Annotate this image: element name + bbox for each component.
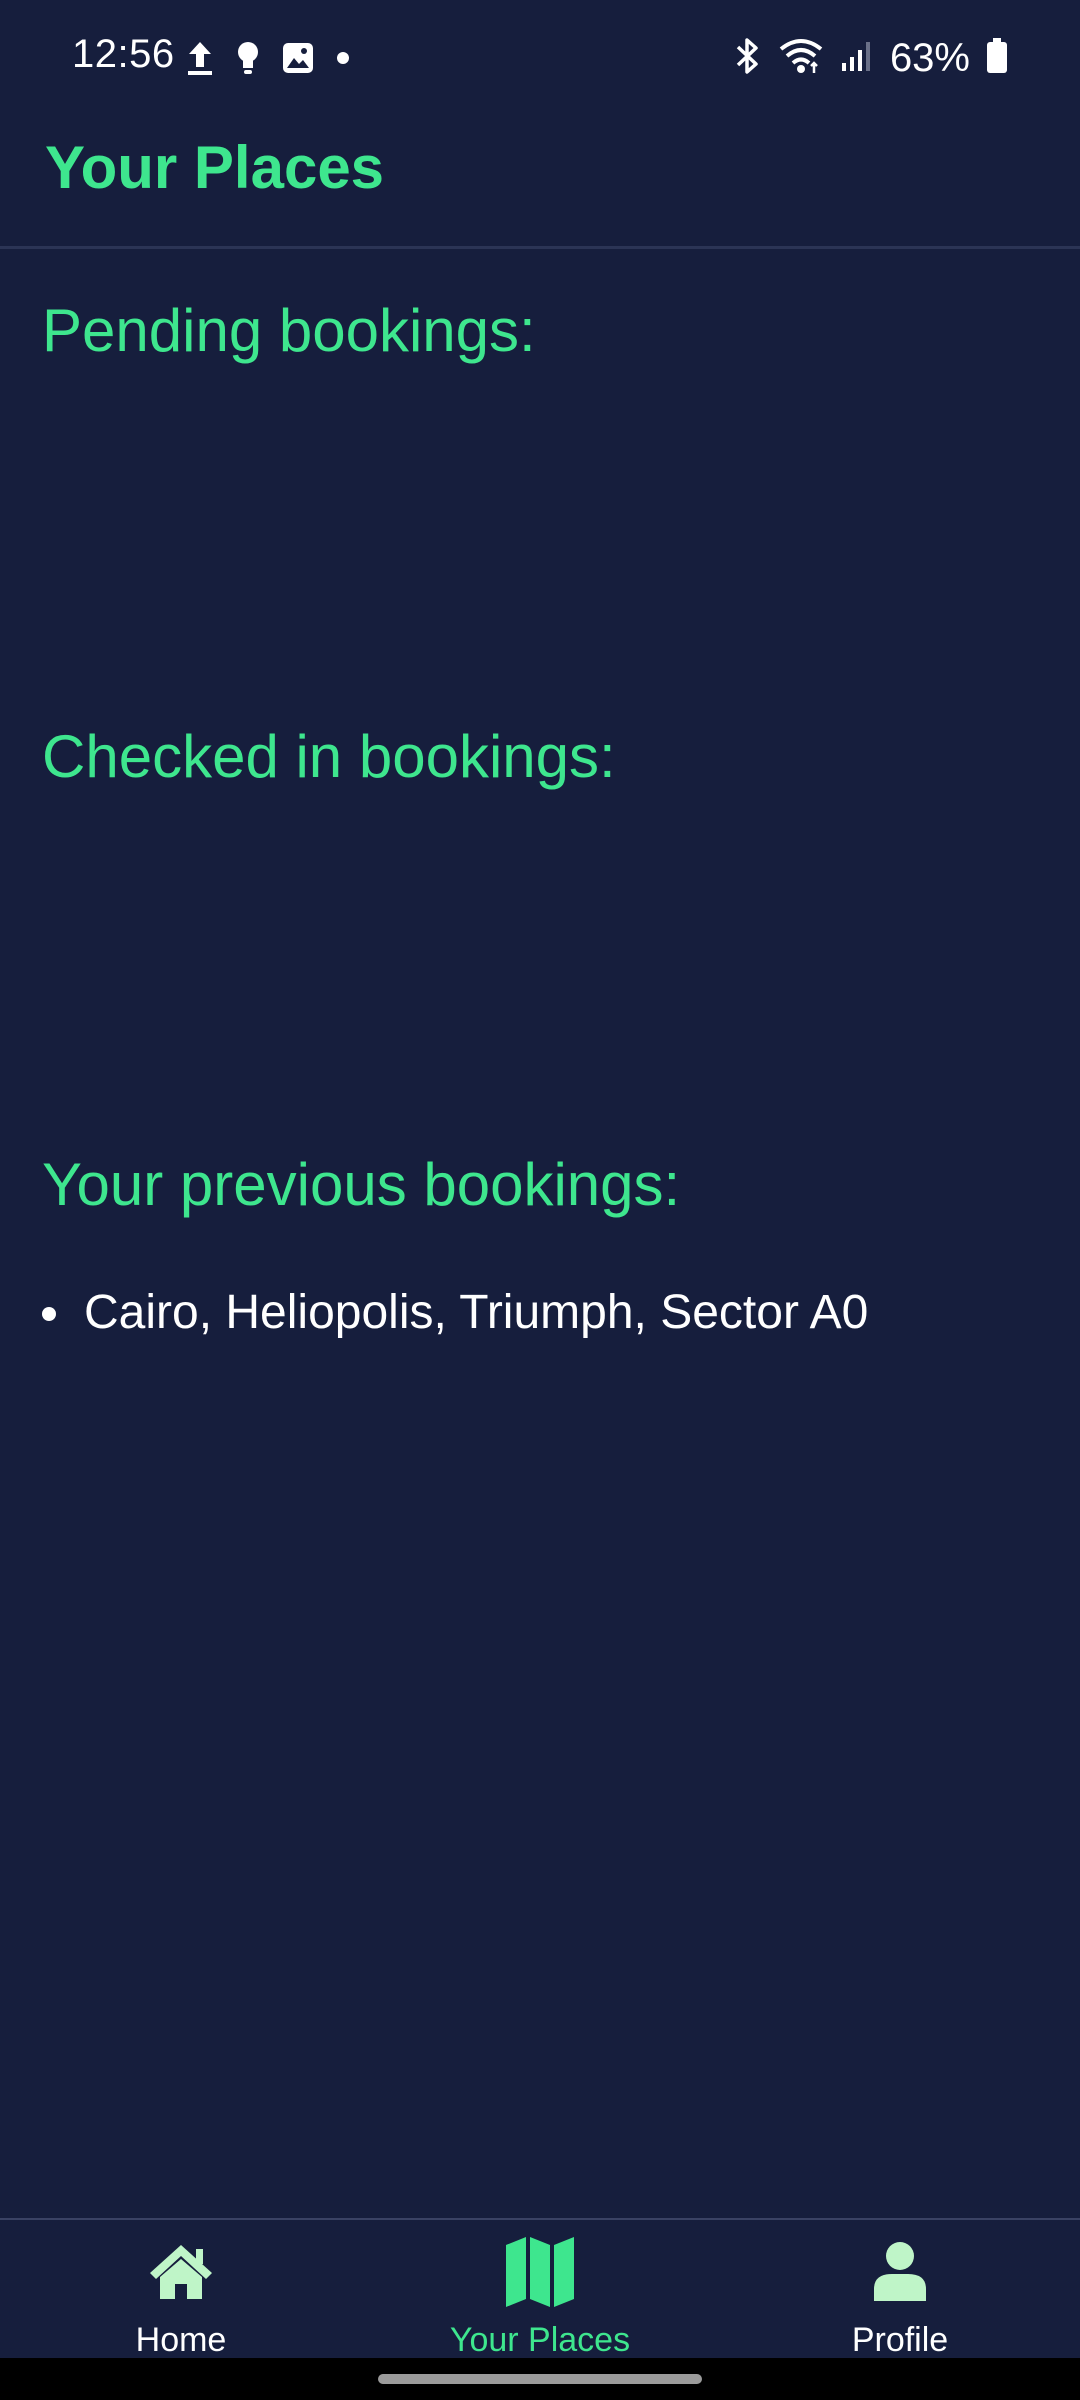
nav-item-your-places[interactable]: Your Places (390, 2220, 690, 2360)
wifi-icon (778, 37, 824, 80)
notification-icons (186, 40, 350, 80)
battery-icon (986, 37, 1008, 79)
person-icon (860, 2234, 940, 2309)
bottom-navigation: Home Your Places Profile (0, 2218, 1080, 2360)
previous-bookings-list: Cairo, Heliopolis, Triumph, Sector A0 (42, 1285, 868, 1340)
home-gesture-handle[interactable] (378, 2374, 702, 2384)
nav-item-profile[interactable]: Profile (750, 2220, 1050, 2360)
nav-label-profile: Profile (851, 2321, 949, 2359)
nav-label-your-places: Your Places (449, 2321, 631, 2359)
home-icon (141, 2234, 221, 2309)
page-title: Your Places (45, 134, 385, 201)
system-icons: 63% (732, 34, 1008, 82)
battery-percent: 63% (889, 35, 970, 80)
pending-bookings-heading: Pending bookings: (42, 297, 536, 364)
lightbulb-icon (236, 41, 260, 80)
gallery-icon (282, 42, 314, 79)
previous-bookings-heading: Your previous bookings: (42, 1151, 681, 1218)
upload-icon (186, 40, 214, 81)
nav-label-home: Home (135, 2321, 227, 2359)
app-bar: Your Places (0, 120, 1080, 249)
dot-icon (336, 51, 350, 70)
booking-text: Cairo, Heliopolis, Triumph, Sector A0 (84, 1286, 869, 1339)
signal-icon (840, 39, 874, 78)
status-bar: 12:56 63% (0, 0, 1080, 120)
checked-in-bookings-heading: Checked in bookings: (42, 723, 616, 790)
map-icon (500, 2234, 580, 2309)
gesture-bar (0, 2358, 1080, 2400)
bluetooth-icon (732, 37, 762, 80)
list-item: Cairo, Heliopolis, Triumph, Sector A0 (42, 1285, 868, 1340)
your-places-screen: 12:56 63% Your Places Pending bookings: … (0, 0, 1080, 2400)
status-time: 12:56 (72, 32, 175, 76)
nav-item-home[interactable]: Home (31, 2220, 331, 2360)
bullet-icon (42, 1307, 56, 1321)
